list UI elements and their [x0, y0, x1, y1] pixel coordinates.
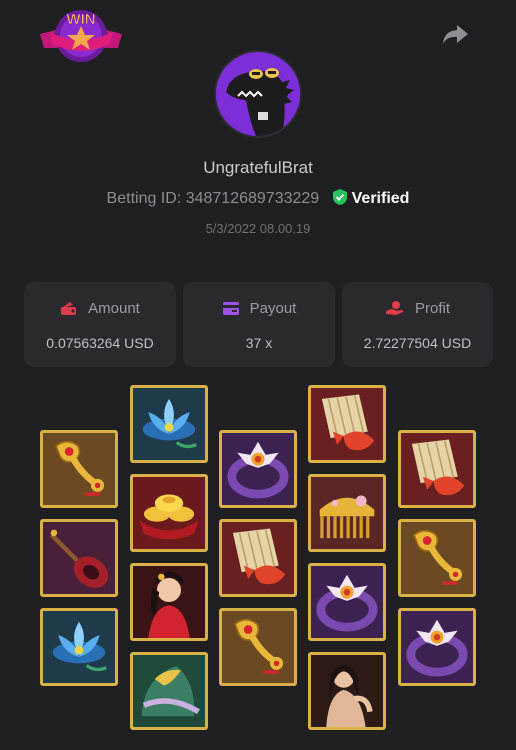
reel-symbol-lotus-blue [40, 608, 118, 686]
crocodile-avatar-icon [216, 52, 300, 136]
reel-symbol-ornate-comb [308, 474, 386, 552]
lady-in-red-icon [133, 566, 205, 638]
profit-label: Profit [414, 300, 450, 317]
avatar [214, 50, 302, 138]
ruyi-scepter-icon [401, 522, 473, 594]
reel-symbol-jade-ring [219, 430, 297, 508]
reel-symbol-lady-portrait [308, 652, 386, 730]
betting-id-label: Betting ID: [106, 190, 182, 207]
jade-ring-icon [311, 566, 383, 638]
reel-symbol-bamboo-scroll-koi [219, 519, 297, 597]
profit-card: Profit 2.72277504 USD [342, 282, 493, 367]
betting-id-value: 348712689733229 [185, 190, 320, 207]
lotus-blue-icon [133, 388, 205, 460]
reel-symbol-pipa [40, 519, 118, 597]
lotus-blue-icon [43, 611, 115, 683]
verified-shield-icon [332, 189, 347, 205]
bet-timestamp: 5/3/2022 08.00.19 [205, 221, 311, 236]
wallet-icon [61, 302, 77, 315]
reel-symbol-ruyi-scepter [398, 519, 476, 597]
payout-label: Payout [249, 300, 297, 317]
reel-symbol-ruyi-scepter [219, 608, 297, 686]
payout-card: Payout 37 x [183, 282, 335, 367]
reel-symbol-jade-ring [398, 608, 476, 686]
payout-value: 37 x [245, 335, 273, 351]
profit-hand-icon [385, 301, 404, 315]
amount-card: Amount 0.07563264 USD [24, 282, 176, 367]
betting-id-line: Betting ID: 348712689733229 Verified [0, 188, 516, 208]
lady-portrait-icon [311, 655, 383, 727]
reel-symbol-bamboo-scroll-koi [308, 385, 386, 463]
jade-ring-icon [222, 433, 294, 505]
bamboo-scroll-koi-icon [401, 433, 473, 505]
win-badge-logo: WIN [38, 4, 124, 66]
ruyi-scepter-icon [43, 433, 115, 505]
reel-symbol-bamboo-scroll-koi [398, 430, 476, 508]
reel-symbol-jade-ring [308, 563, 386, 641]
ornate-comb-icon [311, 477, 383, 549]
card-icon [222, 302, 239, 315]
fan-leaf-icon [133, 655, 205, 727]
pipa-icon [43, 522, 115, 594]
reel-symbol-lady-in-red [130, 563, 208, 641]
ruyi-scepter-icon [222, 611, 294, 683]
amount-label: Amount [88, 300, 140, 317]
profit-value: 2.72277504 USD [363, 335, 472, 351]
reel-symbol-fan-leaf [130, 652, 208, 730]
gold-ingots-icon [133, 477, 205, 549]
share-button[interactable] [440, 22, 470, 48]
verified-label: Verified [351, 190, 410, 207]
reel-symbol-lotus-blue [130, 385, 208, 463]
bamboo-scroll-koi-icon [311, 388, 383, 460]
reel-symbol-gold-ingots [130, 474, 208, 552]
bamboo-scroll-koi-icon [222, 522, 294, 594]
username: UngratefulBrat [203, 158, 313, 177]
share-arrow-icon [443, 25, 468, 44]
reel-symbol-ruyi-scepter [40, 430, 118, 508]
jade-ring-icon [401, 611, 473, 683]
svg-text:WIN: WIN [66, 11, 95, 28]
amount-value: 0.07563264 USD [46, 335, 154, 351]
